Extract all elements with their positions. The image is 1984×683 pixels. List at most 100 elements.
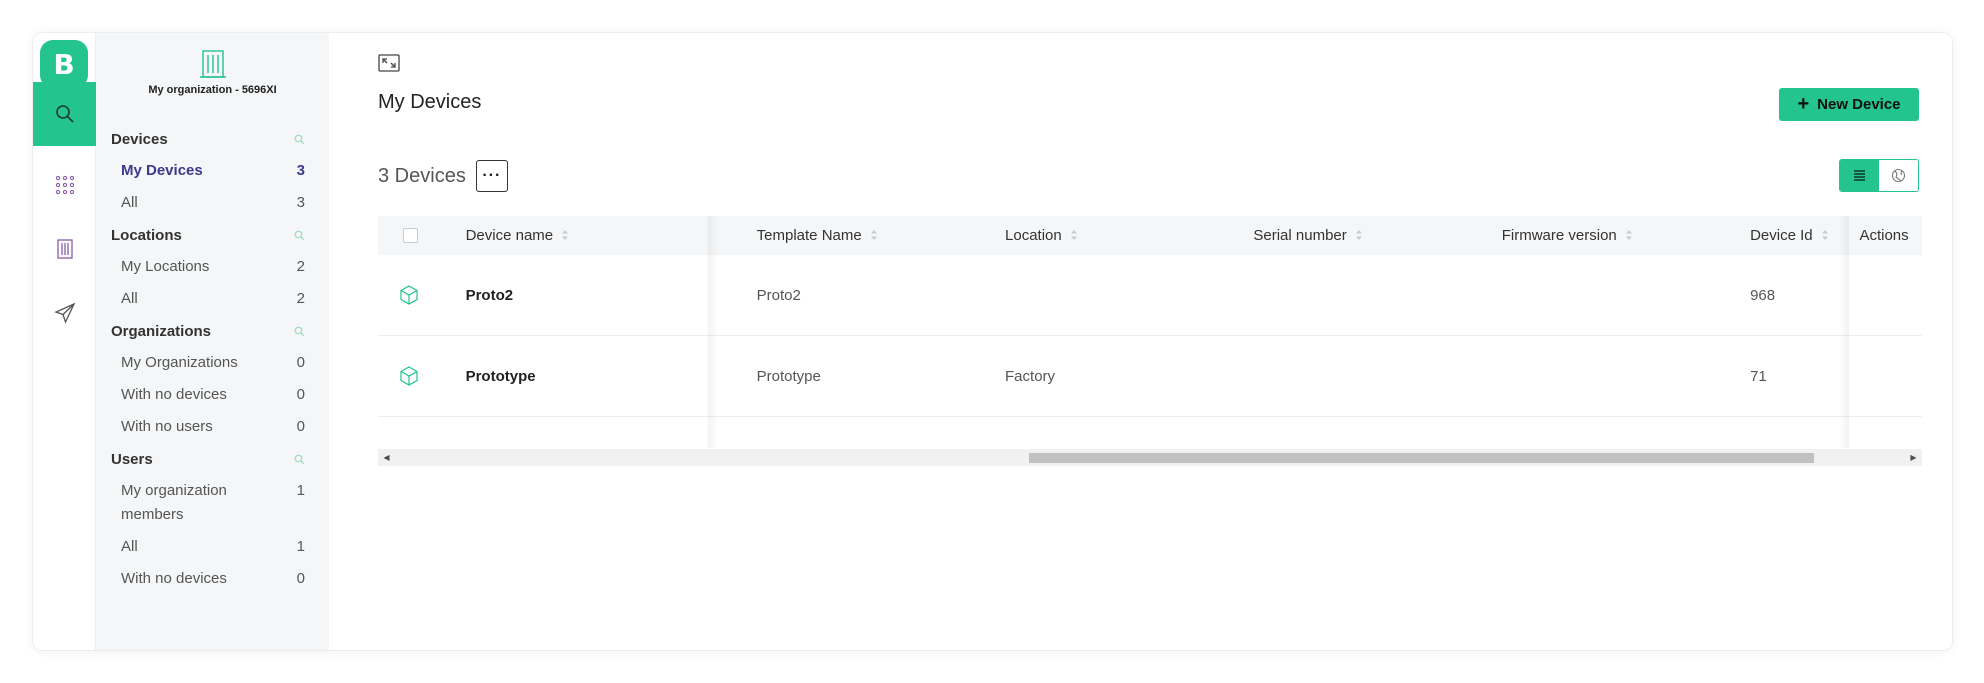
col-template-name[interactable]: Template Name xyxy=(757,227,1005,244)
nav-item-label: All xyxy=(121,194,138,211)
col-label: Firmware version xyxy=(1501,227,1617,244)
nav-item-count: 0 xyxy=(296,354,305,371)
col-serial-number[interactable]: Serial number xyxy=(1253,227,1501,244)
plus-icon: + xyxy=(1797,92,1810,115)
nav-section-header: Locations xyxy=(111,219,329,251)
nav-item-label: My organization members xyxy=(121,482,227,523)
nav-section-locations: Locations My Locations 2 All 2 xyxy=(96,219,329,315)
device-icon-cell xyxy=(378,284,466,306)
nav-item-count: 2 xyxy=(296,258,305,275)
apps-grid-icon xyxy=(55,175,74,195)
search-icon xyxy=(55,105,74,123)
cell-device-name[interactable]: Prototype xyxy=(466,368,757,385)
new-device-label: New Device xyxy=(1817,96,1901,113)
rail-messages[interactable] xyxy=(33,281,96,345)
new-device-button[interactable]: + New Device xyxy=(1779,88,1919,121)
nav-item-label: My Devices xyxy=(121,162,203,179)
select-all-checkbox[interactable] xyxy=(403,228,418,243)
nav-item-label: With no devices xyxy=(121,386,227,403)
nav-section-organizations: Organizations My Organizations 0 With no de… xyxy=(96,315,329,443)
col-device-name[interactable]: Device name xyxy=(466,227,757,244)
table-header: Device name Template Name Location Seria… xyxy=(378,216,1922,255)
page-title: My Devices xyxy=(378,91,482,113)
table-body: Proto2 Proto2 968 Prototype Prototype Factory… xyxy=(378,255,1922,448)
cube-icon xyxy=(400,285,418,305)
view-toggle xyxy=(1839,159,1919,192)
nav-section-title: Organizations xyxy=(111,322,212,340)
cell-template: Proto2 xyxy=(756,286,801,304)
nav-section-header: Devices xyxy=(111,123,329,155)
main-content: My Devices + New Device 3 Devices ··· De… xyxy=(329,33,1952,650)
scroll-right-arrow-icon[interactable]: ▶ xyxy=(1905,449,1922,466)
nav-item-count: 0 xyxy=(296,386,305,403)
nav-item-count: 1 xyxy=(296,538,305,555)
blynk-logo[interactable]: B xyxy=(40,40,88,88)
scroll-left-arrow-icon[interactable]: ◀ xyxy=(378,449,395,466)
more-options-button[interactable]: ··· xyxy=(475,160,508,192)
search-icon[interactable] xyxy=(294,230,305,241)
sort-icon xyxy=(1625,230,1632,241)
nav-item-count: 0 xyxy=(296,418,305,435)
rail-organizations[interactable] xyxy=(33,217,96,281)
nav-section-title: Locations xyxy=(111,226,182,244)
search-icon[interactable] xyxy=(294,454,305,465)
devices-table: Device name Template Name Location Seria… xyxy=(378,216,1922,448)
horizontal-scrollbar[interactable]: ◀ ▶ xyxy=(378,449,1922,466)
nav-item-label: All xyxy=(121,290,138,307)
org-header[interactable]: My organization - 5696XI xyxy=(96,33,329,123)
nav-item-label: My Locations xyxy=(121,258,210,275)
building-icon xyxy=(199,50,226,78)
nav-item-count: 1 xyxy=(296,482,305,499)
col-location[interactable]: Location xyxy=(1005,227,1253,244)
sort-icon xyxy=(870,230,877,241)
map-view-button[interactable] xyxy=(1879,160,1918,191)
nav-item-locations-all[interactable]: All 2 xyxy=(111,283,329,315)
cell-device-name[interactable]: Proto2 xyxy=(466,287,757,304)
globe-icon xyxy=(1891,168,1906,183)
nav-item-label: With no users xyxy=(121,418,213,435)
table-row[interactable]: Proto2 Proto2 968 xyxy=(378,255,1922,336)
col-label: Serial number xyxy=(1253,227,1347,244)
table-row[interactable]: Prototype Prototype Factory 71 xyxy=(378,336,1922,417)
search-icon[interactable] xyxy=(294,326,305,337)
nav-section-header: Users xyxy=(111,443,329,475)
nav-section-users: Users My organization members 1 All 1 With no… xyxy=(96,443,329,595)
nav-item-label: My Organizations xyxy=(121,354,238,371)
nav-item-count: 3 xyxy=(296,194,305,211)
col-label: Device Id xyxy=(1750,227,1813,244)
nav-item-organizations-my-organizations[interactable]: My Organizations 0 xyxy=(111,347,329,379)
nav-item-locations-my-locations[interactable]: My Locations 2 xyxy=(111,251,329,283)
col-label: Template Name xyxy=(756,227,862,244)
list-icon xyxy=(1854,170,1865,181)
send-icon xyxy=(53,302,75,324)
icon-rail: B xyxy=(33,33,96,650)
nav-section-devices: Devices My Devices 3 All 3 xyxy=(96,123,329,219)
scrollbar-thumb[interactable] xyxy=(1029,453,1815,463)
table-row[interactable]: Prototype at the OfficePrototypeOffice1.… xyxy=(378,417,1922,448)
nav-item-organizations-with-no-users[interactable]: With no users 0 xyxy=(111,411,329,443)
col-firmware-version[interactable]: Firmware version xyxy=(1502,227,1750,244)
cube-icon xyxy=(400,366,418,386)
search-icon[interactable] xyxy=(294,134,305,145)
cell-template: Prototype xyxy=(756,367,821,385)
list-view-button[interactable] xyxy=(1840,160,1879,191)
nav-section-title: Users xyxy=(111,450,153,468)
secondary-nav: My organization - 5696XI Devices My Devic… xyxy=(96,33,329,650)
nav-item-users-all[interactable]: All 1 xyxy=(111,531,329,563)
nav-item-users-my-organization-members[interactable]: My organization members 1 xyxy=(111,475,329,531)
rail-apps[interactable] xyxy=(33,153,96,217)
rail-search[interactable] xyxy=(33,82,96,146)
nav-section-header: Organizations xyxy=(111,315,329,347)
col-device-id[interactable]: Device Id xyxy=(1750,227,1849,244)
col-label: Device name xyxy=(465,227,554,244)
cell-location: Factory xyxy=(1005,367,1056,385)
nav-item-devices-all[interactable]: All 3 xyxy=(111,187,329,219)
nav-item-devices-my-devices[interactable]: My Devices 3 xyxy=(111,155,329,187)
cube-icon xyxy=(408,447,410,448)
expand-icon[interactable] xyxy=(378,54,400,72)
cell-device-id: 968 xyxy=(1750,286,1776,304)
nav-item-users-with-no-devices[interactable]: With no devices 0 xyxy=(111,563,329,595)
nav-item-organizations-with-no-devices[interactable]: With no devices 0 xyxy=(111,379,329,411)
org-name: My organization - 5696XI xyxy=(148,84,277,96)
header-checkbox-cell xyxy=(378,228,466,243)
